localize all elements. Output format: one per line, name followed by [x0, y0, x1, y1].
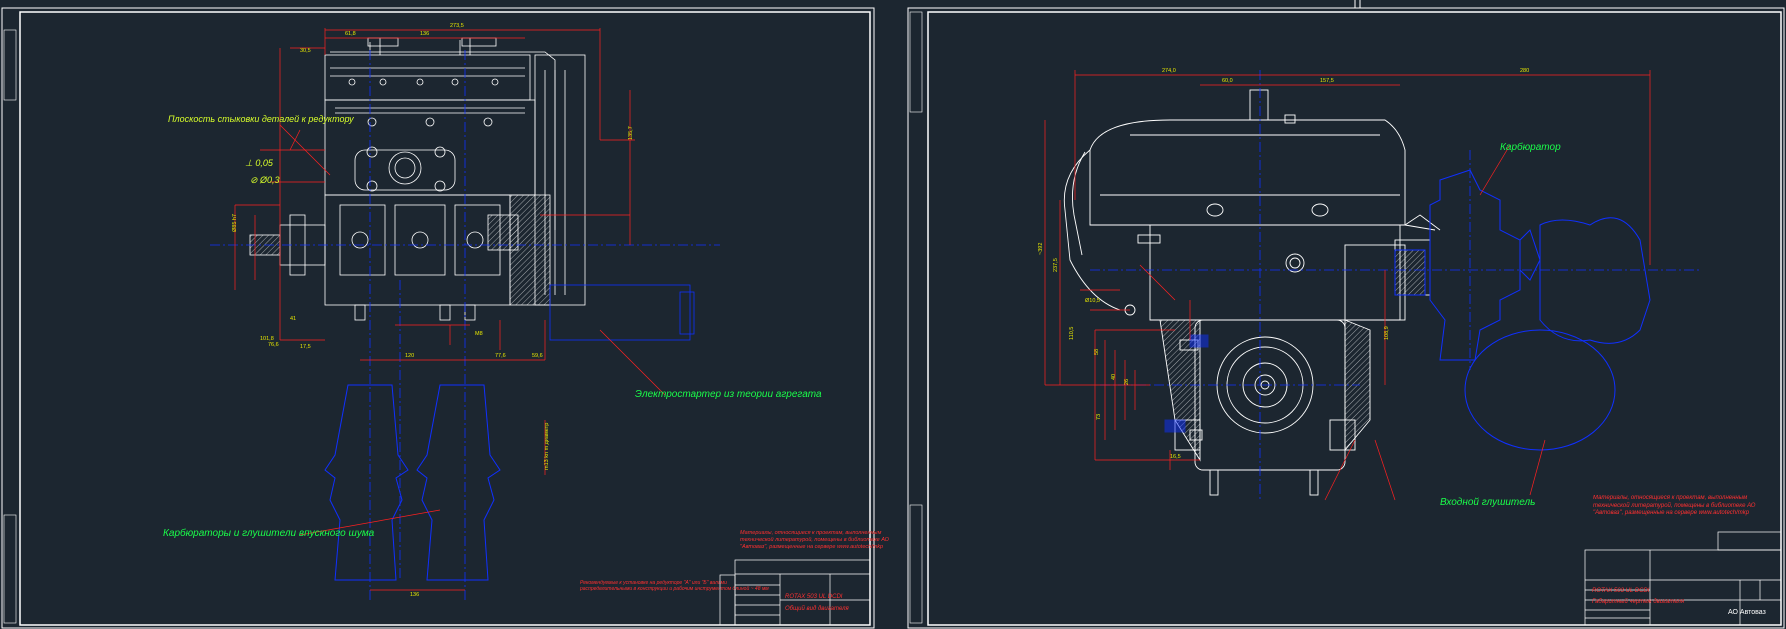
svg-text:16,5: 16,5 — [1170, 454, 1181, 460]
svg-text:136: 136 — [420, 31, 429, 37]
sheet-2-title-desc: Габаритный чертеж двигателя — [1592, 598, 1685, 605]
dim-d4: 280 — [1520, 68, 1529, 74]
sheet-2-dim-texts: 274,0 60,0 157,5 280 ~392 237,5 110,5 10… — [1038, 68, 1529, 460]
svg-text:120: 120 — [405, 353, 414, 359]
dim-d1: 274,0 — [1162, 68, 1176, 74]
vertical-dim-label: m13 kn m диаметр — [544, 423, 550, 470]
svg-text:58: 58 — [1094, 349, 1100, 355]
dim-h4: 108,9 — [1384, 326, 1390, 340]
reduction-gearbox — [1194, 319, 1346, 471]
electric-starter — [549, 284, 691, 341]
svg-text:101,8: 101,8 — [260, 336, 274, 342]
binding-strip-top — [3, 29, 17, 101]
svg-text:30,5: 30,5 — [300, 48, 311, 54]
svg-text:76,6: 76,6 — [268, 342, 279, 348]
carburetor — [1429, 169, 1521, 361]
crankcase — [324, 194, 511, 306]
electro-note-label: Электростартер из теории агрегата — [635, 389, 822, 400]
company-label: АО Автоваз — [1728, 609, 1766, 616]
carb-airboxes — [324, 384, 501, 581]
svg-text:M8: M8 — [475, 331, 483, 337]
dim-d2: 60,0 — [1222, 78, 1233, 84]
sheet-1-main-note: Материалы, относящиеся к проектам, выпол… — [740, 530, 889, 550]
svg-text:136: 136 — [410, 592, 419, 598]
tolerance-box-1: ⊥ 0,05 — [245, 158, 274, 168]
spark-plug — [1249, 89, 1269, 121]
svg-text:41: 41 — [290, 316, 296, 322]
carb-note-label: Карбюраторы и глушители впускного шума — [163, 527, 375, 539]
air-muffler-front — [1539, 217, 1651, 344]
engine-front-view — [1063, 89, 1441, 496]
cylinder-head — [324, 54, 531, 101]
svg-text:Ø10,5: Ø10,5 — [1085, 298, 1100, 304]
sheet-1-title-desc: Общий вид двигателя — [785, 605, 849, 612]
svg-text:Ø85 h7: Ø85 h7 — [232, 214, 238, 232]
drawing-canvas: 273,5 136 61,8 30,5 135,7 Ø85 h7 17,5 12… — [1, 0, 1785, 629]
engine-side-view — [249, 37, 695, 341]
svg-text:40: 40 — [1111, 374, 1117, 380]
sheet-1-title-code: ROTAX 503 UL DCDI — [785, 594, 843, 600]
tolerance-box-2: ⊘ Ø0,3 — [250, 175, 280, 185]
svg-text:17,5: 17,5 — [300, 344, 311, 350]
muffler-label: Входной глушитель — [1440, 497, 1535, 508]
fan-shroud-curve — [1063, 149, 1121, 311]
shaft-note-label: Плоскость стыковки деталей к редуктору — [168, 114, 354, 124]
dim-h1: ~392 — [1038, 243, 1044, 255]
sheet-2: 274,0 60,0 157,5 280 ~392 237,5 110,5 10… — [907, 0, 1785, 629]
svg-text:273,5: 273,5 — [450, 23, 464, 29]
sheet-1-secondary-note: Рекомендуемые к установке на редукторе "… — [580, 580, 769, 592]
svg-text:61,8: 61,8 — [345, 31, 356, 37]
sheet-2-main-note: Материалы, относящиеся к проектам, выпол… — [1593, 495, 1755, 516]
air-muffler-body — [1464, 329, 1616, 451]
sheet-2-blue-parts — [1164, 169, 1651, 451]
dim-d3: 157,5 — [1320, 78, 1334, 84]
dim-h3: 110,5 — [1069, 327, 1075, 340]
svg-text:26: 26 — [1124, 379, 1130, 385]
svg-text:77,6: 77,6 — [495, 353, 506, 359]
sheet-2-title-code: ROTAX 503 UL DCDI — [1592, 588, 1650, 594]
cylinder-block — [324, 99, 536, 196]
head-shroud — [1089, 119, 1406, 226]
carburetor-label: Карбюратор — [1500, 141, 1561, 153]
binding-strip-bottom — [3, 514, 17, 624]
svg-text:59,6: 59,6 — [532, 353, 543, 359]
svg-text:135,7: 135,7 — [628, 126, 634, 140]
cad-viewport[interactable]: 273,5 136 61,8 30,5 135,7 Ø85 h7 17,5 12… — [0, 0, 1786, 629]
sheet-1: 273,5 136 61,8 30,5 135,7 Ø85 h7 17,5 12… — [1, 7, 889, 629]
svg-text:73: 73 — [1096, 414, 1102, 420]
sheet-1-dim-texts: 273,5 136 61,8 30,5 135,7 Ø85 h7 17,5 12… — [232, 23, 634, 598]
front-block — [1149, 224, 1401, 321]
dim-h2: 237,5 — [1053, 258, 1059, 272]
